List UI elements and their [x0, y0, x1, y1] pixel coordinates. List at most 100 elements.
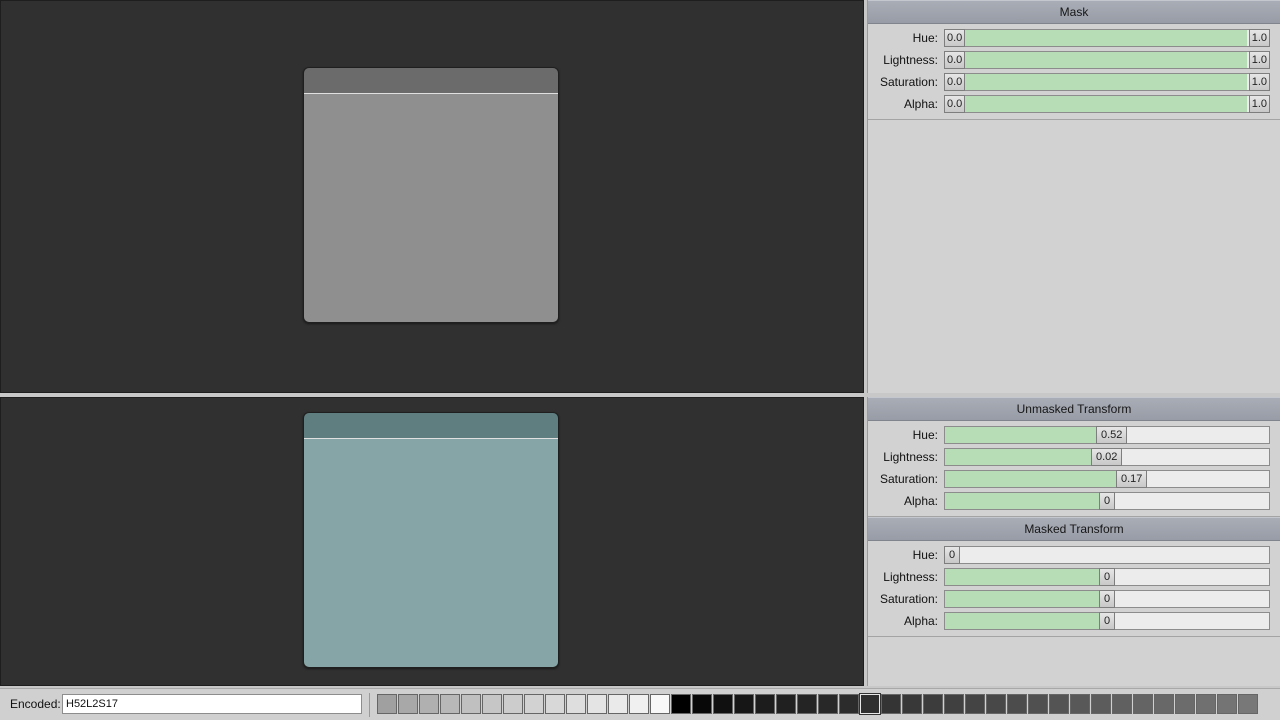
range-slider-high-handle[interactable]: 1.0 [1248, 95, 1270, 113]
slider-label: Saturation: [879, 75, 938, 89]
masked-slider-row: Saturation: 0 [868, 588, 1280, 610]
color-swatch[interactable] [503, 694, 523, 714]
value-slider-handle[interactable]: 0 [1099, 612, 1116, 630]
value-slider-fill [945, 591, 1100, 607]
mask-section-body: Hue: 0.0 1.0 Lightness: 0.0 1.0 Saturation: 0.0… [868, 24, 1280, 120]
color-swatch[interactable] [419, 694, 439, 714]
range-slider-fill [965, 52, 1247, 68]
value-slider-handle[interactable]: 0 [944, 546, 961, 564]
color-swatch[interactable] [566, 694, 586, 714]
mask-panel-column: Mask Hue: 0.0 1.0 Lightness: 0.0 1.0 Saturatio… [867, 0, 1280, 393]
value-slider-track[interactable]: 0.52 [944, 426, 1270, 444]
color-swatch[interactable] [965, 694, 985, 714]
color-swatch[interactable] [923, 694, 943, 714]
range-slider-track[interactable]: 0.0 1.0 [944, 29, 1270, 47]
slider-label: Saturation: [879, 472, 938, 486]
color-swatch[interactable] [440, 694, 460, 714]
color-swatch[interactable] [859, 693, 881, 715]
value-slider-track[interactable]: 0 [944, 546, 1270, 564]
color-swatch[interactable] [713, 694, 733, 714]
source-preview-titlebar [304, 68, 558, 94]
result-preview-window [303, 412, 559, 668]
source-preview-window [303, 67, 559, 323]
color-swatch[interactable] [776, 694, 796, 714]
color-swatch[interactable] [734, 694, 754, 714]
mask-slider-row: Alpha: 0.0 1.0 [868, 93, 1280, 115]
color-swatch[interactable] [1238, 694, 1258, 714]
value-slider-track[interactable]: 0.02 [944, 448, 1270, 466]
unmasked-transform-body: Hue: 0.52 Lightness: 0.02 Saturation: 0.17 Alp… [868, 421, 1280, 517]
color-swatch[interactable] [1112, 694, 1132, 714]
slider-label: Hue: [912, 31, 938, 45]
color-swatch[interactable] [1028, 694, 1048, 714]
color-swatch[interactable] [587, 694, 607, 714]
unmasked-slider-row: Lightness: 0.02 [868, 446, 1280, 468]
color-swatch[interactable] [1007, 694, 1027, 714]
color-swatch[interactable] [608, 694, 628, 714]
encoded-input[interactable] [62, 694, 362, 714]
range-slider-fill [965, 30, 1247, 46]
unmasked-slider-row: Alpha: 0 [868, 490, 1280, 512]
value-slider-track[interactable]: 0 [944, 612, 1270, 630]
range-slider-track[interactable]: 0.0 1.0 [944, 51, 1270, 69]
range-slider-low-handle[interactable]: 0.0 [944, 73, 966, 91]
color-swatch[interactable] [1091, 694, 1111, 714]
result-preview-titlebar [304, 413, 558, 439]
value-slider-track[interactable]: 0 [944, 590, 1270, 608]
value-slider-track[interactable]: 0 [944, 492, 1270, 510]
value-slider-handle[interactable]: 0.02 [1091, 448, 1123, 466]
color-swatch[interactable] [1070, 694, 1090, 714]
toolbar-divider [369, 693, 370, 717]
color-swatch[interactable] [881, 694, 901, 714]
value-slider-handle[interactable]: 0 [1099, 492, 1116, 510]
masked-slider-row: Lightness: 0 [868, 566, 1280, 588]
value-slider-handle[interactable]: 0 [1099, 568, 1116, 586]
color-swatch[interactable] [1049, 694, 1069, 714]
range-slider-track[interactable]: 0.0 1.0 [944, 73, 1270, 91]
result-preview-body [304, 439, 558, 667]
color-swatch[interactable] [650, 694, 670, 714]
color-swatch[interactable] [545, 694, 565, 714]
value-slider-handle[interactable]: 0.17 [1116, 470, 1148, 488]
value-slider-fill [945, 471, 1117, 487]
color-swatch[interactable] [818, 694, 838, 714]
range-slider-track[interactable]: 0.0 1.0 [944, 95, 1270, 113]
color-swatch[interactable] [1196, 694, 1216, 714]
color-swatch[interactable] [755, 694, 775, 714]
slider-label: Lightness: [883, 570, 938, 584]
range-slider-high-handle[interactable]: 1.0 [1248, 73, 1270, 91]
value-slider-handle[interactable]: 0 [1099, 590, 1116, 608]
color-swatch[interactable] [902, 694, 922, 714]
color-swatch[interactable] [461, 694, 481, 714]
color-swatch[interactable] [944, 694, 964, 714]
range-slider-low-handle[interactable]: 0.0 [944, 95, 966, 113]
value-slider-track[interactable]: 0 [944, 568, 1270, 586]
slider-label: Lightness: [883, 53, 938, 67]
slider-label: Alpha: [903, 614, 938, 628]
color-swatch[interactable] [1175, 694, 1195, 714]
color-swatch[interactable] [986, 694, 1006, 714]
transform-panel-column: Unmasked Transform Hue: 0.52 Lightness: 0.0… [867, 397, 1280, 686]
range-slider-low-handle[interactable]: 0.0 [944, 51, 966, 69]
color-swatch[interactable] [692, 694, 712, 714]
value-slider-handle[interactable]: 0.52 [1096, 426, 1128, 444]
masked-transform-body: Hue: 0 Lightness: 0 Saturation: 0 Alpha: 0 [868, 541, 1280, 637]
color-swatch[interactable] [839, 694, 859, 714]
range-slider-high-handle[interactable]: 1.0 [1248, 51, 1270, 69]
color-swatch[interactable] [1133, 694, 1153, 714]
color-swatch[interactable] [398, 694, 418, 714]
value-slider-track[interactable]: 0.17 [944, 470, 1270, 488]
slider-label: Alpha: [903, 97, 938, 111]
color-swatch[interactable] [524, 694, 544, 714]
color-swatch[interactable] [1217, 694, 1237, 714]
color-swatch[interactable] [797, 694, 817, 714]
color-swatch[interactable] [671, 694, 691, 714]
color-swatch[interactable] [1154, 694, 1174, 714]
color-swatch[interactable] [482, 694, 502, 714]
range-slider-high-handle[interactable]: 1.0 [1248, 29, 1270, 47]
color-swatch[interactable] [377, 694, 397, 714]
result-viewport [0, 397, 864, 686]
range-slider-low-handle[interactable]: 0.0 [944, 29, 966, 47]
masked-transform-header: Masked Transform [868, 517, 1280, 541]
color-swatch[interactable] [629, 694, 649, 714]
